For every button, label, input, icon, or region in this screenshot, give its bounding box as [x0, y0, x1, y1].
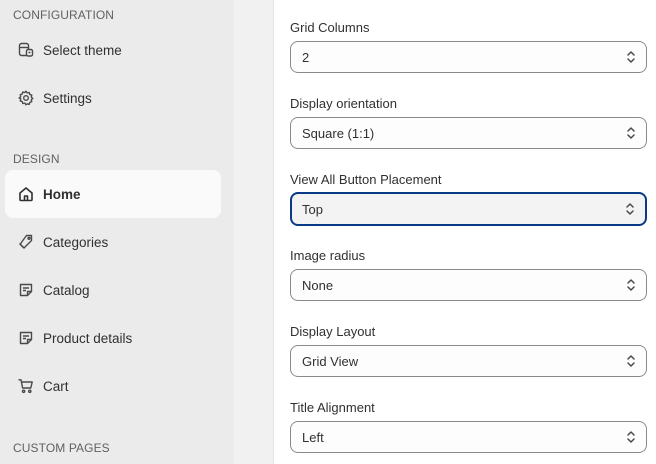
select-value: Grid View — [302, 353, 359, 369]
sidebar-item-home[interactable]: Home — [5, 170, 221, 218]
view-all-placement-select[interactable]: Top — [290, 192, 647, 226]
sidebar-item-label: Product details — [43, 330, 133, 346]
image-radius-label: Image radius — [290, 248, 366, 263]
sidebar: CONFIGURATION Select theme Settings DESI… — [0, 0, 234, 464]
chevron-up-down-icon — [626, 430, 636, 444]
content-gutter — [234, 0, 273, 464]
select-value: 2 — [302, 49, 310, 65]
sidebar-item-categories[interactable]: Categories — [5, 218, 221, 266]
chevron-up-down-icon — [626, 278, 636, 292]
sidebar-item-catalog[interactable]: Catalog — [5, 266, 221, 314]
display-orientation-select[interactable]: Square (1:1) — [290, 117, 647, 149]
select-value: Top — [302, 201, 323, 217]
title-alignment-select[interactable]: Left — [290, 421, 647, 453]
display-layout-select[interactable]: Grid View — [290, 345, 647, 377]
select-value: Square (1:1) — [302, 125, 375, 141]
sidebar-item-label: Select theme — [43, 42, 122, 58]
grid-columns-select[interactable]: 2 — [290, 41, 647, 73]
title-alignment-label: Title Alignment — [290, 400, 375, 415]
view-all-placement-label: View All Button Placement — [290, 172, 442, 187]
select-value: None — [302, 277, 334, 293]
chevron-up-down-icon — [626, 354, 636, 368]
sidebar-item-label: Catalog — [43, 282, 90, 298]
section-heading-design: DESIGN — [13, 152, 60, 166]
note-icon — [18, 330, 34, 346]
sidebar-item-label: Cart — [43, 378, 69, 394]
sidebar-item-label: Categories — [43, 234, 109, 250]
grid-columns-label: Grid Columns — [290, 20, 370, 35]
settings-panel: Grid Columns 2 Display orientation Squar… — [273, 0, 656, 464]
sidebar-item-settings[interactable]: Settings — [5, 74, 221, 122]
sidebar-item-cart[interactable]: Cart — [5, 362, 221, 410]
sidebar-item-product-details[interactable]: Product details — [5, 314, 221, 362]
home-icon — [18, 186, 34, 202]
sidebar-item-label: Settings — [43, 90, 92, 106]
note-icon — [18, 282, 34, 298]
image-radius-select[interactable]: None — [290, 269, 647, 301]
cart-icon — [18, 378, 34, 394]
section-heading-configuration: CONFIGURATION — [13, 8, 115, 22]
display-orientation-label: Display orientation — [290, 96, 397, 111]
sidebar-item-select-theme[interactable]: Select theme — [5, 26, 221, 74]
theme-icon — [18, 42, 34, 58]
chevron-up-down-icon — [625, 202, 635, 216]
sidebar-item-label: Home — [43, 186, 81, 202]
chevron-up-down-icon — [626, 50, 636, 64]
select-value: Left — [302, 429, 324, 445]
tag-icon — [18, 234, 34, 250]
gear-icon — [18, 90, 34, 106]
chevron-up-down-icon — [626, 126, 636, 140]
display-layout-label: Display Layout — [290, 324, 376, 339]
section-heading-custom-pages: CUSTOM PAGES — [13, 441, 110, 455]
